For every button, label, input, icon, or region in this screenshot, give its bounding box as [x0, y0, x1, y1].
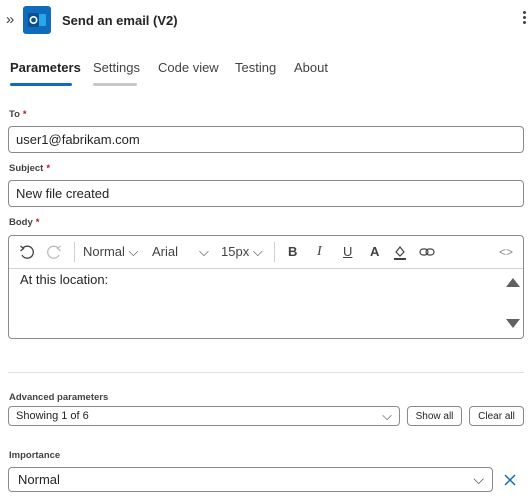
required-marker: * — [46, 163, 51, 174]
scroll-down-arrow[interactable] — [506, 319, 520, 328]
tab-code-view[interactable]: Code view — [158, 60, 219, 75]
subject-field[interactable]: New file created — [8, 180, 524, 207]
redo-icon[interactable] — [46, 243, 62, 261]
chevron-down-icon: ⌵ — [473, 471, 484, 487]
chevron-down-icon: ⌵ — [252, 244, 263, 259]
body-label: Body * — [9, 217, 40, 228]
code-view-button[interactable]: <> — [499, 243, 513, 261]
highlight-color-icon[interactable] — [392, 243, 408, 261]
to-label: To * — [9, 109, 27, 120]
importance-value: Normal — [18, 472, 60, 487]
section-divider — [8, 372, 524, 373]
chevron-down-icon: ⌵ — [382, 408, 392, 423]
advanced-parameters-dropdown[interactable]: Showing 1 of 6 ⌵ — [8, 406, 400, 426]
advanced-parameters-value: Showing 1 of 6 — [16, 410, 89, 422]
advanced-parameters-label: Advanced parameters — [9, 392, 109, 403]
tab-settings[interactable]: Settings — [93, 60, 140, 75]
outlook-app-icon — [23, 6, 51, 34]
font-color-button[interactable]: A — [370, 243, 379, 261]
importance-label: Importance — [9, 450, 61, 461]
active-tab-indicator — [10, 83, 72, 86]
to-field-value: user1@fabrikam.com — [16, 132, 140, 147]
clear-all-button[interactable]: Clear all — [469, 406, 524, 426]
underline-button[interactable]: U — [343, 243, 352, 261]
font-size-dropdown[interactable]: 15px ⌵ — [221, 243, 263, 261]
font-family-dropdown[interactable]: Arial — [152, 243, 178, 261]
required-marker: * — [22, 109, 27, 120]
body-editor-text: At this location: — [20, 272, 109, 287]
chevron-down-icon: ⌵ — [128, 244, 139, 259]
collapse-panel-icon[interactable]: » — [2, 11, 18, 29]
tab-parameters[interactable]: Parameters — [10, 60, 81, 75]
paragraph-style-dropdown[interactable]: Normal ⌵ — [83, 243, 138, 261]
subject-label: Subject * — [9, 163, 51, 174]
body-editor[interactable]: Normal ⌵ Arial ⌵ 15px ⌵ B I U A <> At th… — [8, 235, 524, 339]
italic-button[interactable]: I — [317, 243, 322, 261]
tab-hover-indicator — [93, 83, 137, 86]
bold-button[interactable]: B — [288, 243, 297, 261]
scroll-up-arrow[interactable] — [506, 278, 520, 287]
subject-field-value: New file created — [16, 186, 110, 201]
more-options-icon[interactable] — [519, 9, 529, 31]
importance-dropdown[interactable]: Normal ⌵ — [8, 467, 493, 492]
to-field[interactable]: user1@fabrikam.com — [8, 126, 524, 153]
show-all-button[interactable]: Show all — [407, 406, 462, 426]
tab-testing[interactable]: Testing — [235, 60, 276, 75]
chevron-down-icon[interactable]: ⌵ — [199, 243, 209, 261]
required-marker: * — [35, 217, 40, 228]
link-icon[interactable] — [418, 243, 436, 261]
undo-icon[interactable] — [19, 243, 35, 261]
editor-toolbar: Normal ⌵ Arial ⌵ 15px ⌵ B I U A <> — [9, 236, 523, 269]
tab-about[interactable]: About — [294, 60, 328, 75]
page-title: Send an email (V2) — [62, 13, 178, 28]
remove-parameter-icon[interactable] — [502, 472, 518, 488]
